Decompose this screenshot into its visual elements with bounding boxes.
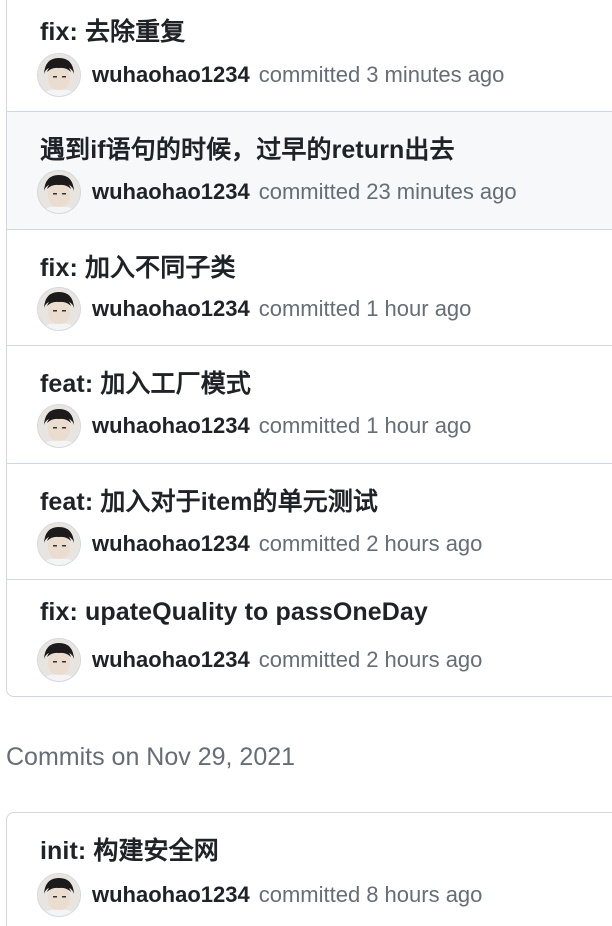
user-avatar-icon[interactable] [38,288,80,330]
commit-author-link[interactable]: wuhaohao1234 [92,647,250,673]
commit-action-text: committed [258,296,361,321]
commit-row: fix: upateQuality to passOneDay wuhaohao… [7,579,612,696]
commit-history-page: fix: 去除重复 wuhaohao1234 committed 3 minut… [0,0,612,926]
commit-row: feat: 加入对于item的单元测试 wuhaohao1234 committ… [7,463,612,579]
commit-time[interactable]: 2 hours ago [366,647,482,673]
commit-list-group: init: 构建安全网 wuhaohao1234 committed 8 hou… [6,812,612,926]
commit-time[interactable]: 23 minutes ago [366,179,516,205]
commit-action-text: committed [258,882,361,907]
commit-author-link[interactable]: wuhaohao1234 [92,531,250,557]
commit-message-link[interactable]: fix: 加入不同子类 [40,248,236,284]
user-avatar-icon[interactable] [38,639,80,681]
commit-author-link[interactable]: wuhaohao1234 [92,62,250,88]
commit-meta: wuhaohao1234 committed 3 minutes ago [38,53,504,97]
commit-row: init: 构建安全网 wuhaohao1234 committed 8 hou… [7,813,612,926]
commit-action-text: committed [258,179,361,204]
commit-message-link[interactable]: 遇到if语句的时候，过早的return出去 [40,130,455,166]
commit-author-link[interactable]: wuhaohao1234 [92,296,250,322]
commit-meta: wuhaohao1234 committed 23 minutes ago [38,170,517,214]
commit-message-link[interactable]: feat: 加入工厂模式 [40,364,251,400]
commit-meta: wuhaohao1234 committed 2 hours ago [38,638,482,682]
commit-row: fix: 加入不同子类 wuhaohao1234 committed 1 hou… [7,229,612,345]
commits-date-heading: Commits on Nov 29, 2021 [6,743,296,771]
commit-author-link[interactable]: wuhaohao1234 [92,413,250,439]
commit-time[interactable]: 1 hour ago [366,413,471,439]
commit-action-text: committed [258,413,361,438]
user-avatar-icon[interactable] [38,54,80,96]
commit-time[interactable]: 3 minutes ago [366,62,504,88]
user-avatar-icon[interactable] [38,523,80,565]
commit-message-link[interactable]: init: 构建安全网 [40,831,219,867]
commit-message-link[interactable]: fix: 去除重复 [40,12,185,48]
commit-meta: wuhaohao1234 committed 1 hour ago [38,287,471,331]
commit-meta: wuhaohao1234 committed 2 hours ago [38,522,482,566]
user-avatar-icon[interactable] [38,405,80,447]
commit-action-text: committed [258,62,361,87]
commit-author-link[interactable]: wuhaohao1234 [92,179,250,205]
commit-author-link[interactable]: wuhaohao1234 [92,882,250,908]
user-avatar-icon[interactable] [38,171,80,213]
user-avatar-icon[interactable] [38,874,80,916]
commit-row: feat: 加入工厂模式 wuhaohao1234 committed 1 ho… [7,345,612,463]
commit-message-link[interactable]: fix: upateQuality to passOneDay [40,598,428,627]
commit-meta: wuhaohao1234 committed 8 hours ago [38,873,482,917]
commit-action-text: committed [258,531,361,556]
commit-time[interactable]: 2 hours ago [366,531,482,557]
commit-row: 遇到if语句的时候，过早的return出去 wuhaohao1234 commi… [7,111,612,229]
commit-row: fix: 去除重复 wuhaohao1234 committed 3 minut… [7,0,612,111]
commit-time[interactable]: 8 hours ago [366,882,482,908]
commit-action-text: committed [258,647,361,672]
commit-message-link[interactable]: feat: 加入对于item的单元测试 [40,482,378,518]
commit-list-group: fix: 去除重复 wuhaohao1234 committed 3 minut… [6,0,612,697]
commit-meta: wuhaohao1234 committed 1 hour ago [38,404,471,448]
commit-time[interactable]: 1 hour ago [366,296,471,322]
